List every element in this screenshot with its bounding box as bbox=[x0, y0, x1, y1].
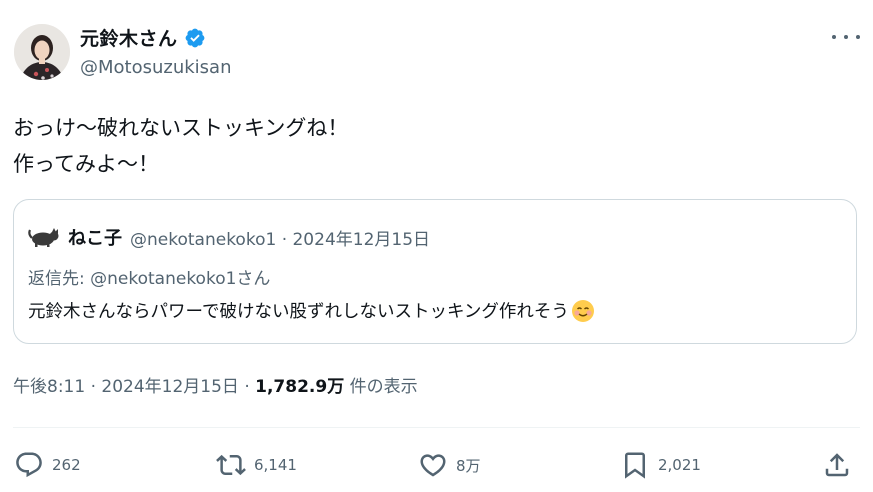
quoted-author-name[interactable]: ねこ子 bbox=[68, 224, 122, 250]
divider bbox=[13, 427, 860, 428]
tweet-timestamp[interactable]: 午後8:11 · 2024年12月15日 · bbox=[13, 377, 255, 397]
quoted-tweet[interactable]: ねこ子 @nekotanekoko1 · 2024年12月15日 返信先: @n… bbox=[13, 199, 857, 344]
reply-button[interactable]: 262 bbox=[14, 450, 81, 480]
avatar-image bbox=[14, 24, 70, 80]
retweet-button[interactable]: 6,141 bbox=[216, 450, 297, 480]
bookmark-button[interactable]: 2,021 bbox=[620, 450, 701, 480]
reply-count: 262 bbox=[52, 456, 81, 474]
author-handle[interactable]: @Motosuzukisan bbox=[80, 57, 232, 78]
quoted-tweet-text: 元鈴木さんならパワーで破けない股ずれしないストッキング作れそう bbox=[28, 302, 569, 322]
bookmark-count: 2,021 bbox=[658, 456, 701, 474]
quoted-tweet-text-row: 元鈴木さんならパワーで破けない股ずれしないストッキング作れそう bbox=[28, 298, 595, 323]
like-button[interactable]: 8万 bbox=[418, 450, 481, 480]
reply-icon bbox=[16, 452, 42, 478]
view-count: 1,782.9万 bbox=[255, 377, 345, 397]
avatar[interactable] bbox=[14, 24, 70, 80]
author-name-row: 元鈴木さん bbox=[80, 24, 206, 51]
bookmark-icon bbox=[625, 452, 645, 479]
share-icon bbox=[825, 453, 849, 477]
more-dot bbox=[856, 35, 860, 39]
like-count: 8万 bbox=[456, 456, 481, 475]
verified-badge-icon[interactable] bbox=[184, 27, 206, 49]
smiling-face-icon bbox=[571, 299, 595, 323]
quoted-tweet-header: ねこ子 @nekotanekoko1 · 2024年12月15日 bbox=[28, 224, 430, 250]
more-dot bbox=[844, 35, 848, 39]
tweet-meta: 午後8:11 · 2024年12月15日 · 1,782.9万 件の表示 bbox=[13, 372, 418, 397]
more-dot bbox=[832, 35, 836, 39]
tweet-text: おっけ〜破れないストッキングね！ 作ってみよ〜！ bbox=[13, 116, 349, 176]
retweet-count: 6,141 bbox=[254, 456, 297, 474]
view-count-label: 件の表示 bbox=[344, 377, 418, 397]
quoted-author-avatar[interactable] bbox=[28, 226, 60, 248]
quoted-author-meta[interactable]: @nekotanekoko1 · 2024年12月15日 bbox=[130, 225, 430, 250]
heart-icon bbox=[420, 454, 446, 477]
share-button[interactable] bbox=[822, 450, 852, 480]
author-display-name[interactable]: 元鈴木さん bbox=[80, 24, 178, 51]
retweet-icon bbox=[216, 454, 246, 476]
quoted-reply-to: 返信先: @nekotanekoko1さん bbox=[28, 269, 271, 289]
more-options-icon[interactable] bbox=[832, 28, 860, 46]
